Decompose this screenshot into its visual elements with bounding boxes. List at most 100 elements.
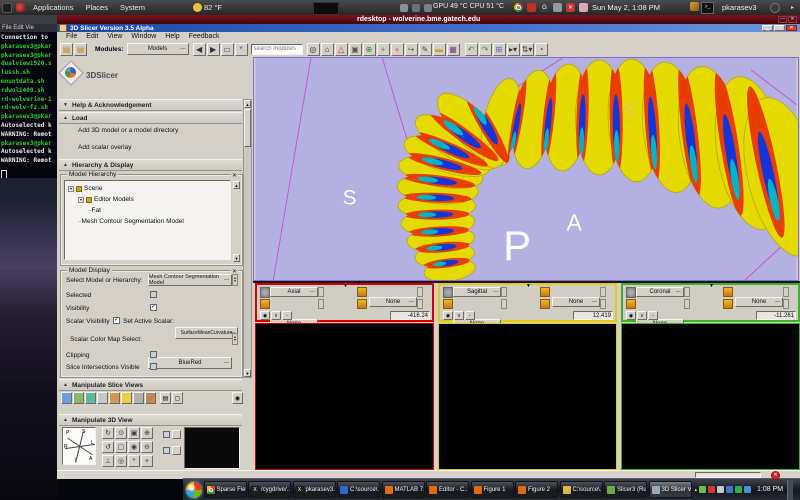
- visibility-checkbox[interactable]: ✓: [150, 304, 157, 311]
- anchor-view-icon[interactable]: ⊥: [102, 455, 114, 467]
- keyring-icon[interactable]: [690, 2, 699, 11]
- error-status-icon[interactable]: ✕: [771, 471, 780, 480]
- orientation-spinner[interactable]: [318, 287, 324, 297]
- tree-node-label[interactable]: Fat: [92, 207, 101, 214]
- tree-node-label[interactable]: Editor Models: [94, 196, 134, 203]
- rdesktop-minimize-button[interactable]: —: [778, 16, 787, 23]
- foreground-layer-icon[interactable]: [357, 287, 367, 297]
- slices-composite-icon[interactable]: [109, 392, 120, 404]
- slice-menu-icon[interactable]: v: [637, 311, 647, 320]
- terminal-menubar[interactable]: File Edit Vie: [0, 24, 57, 32]
- slices-fg-icon[interactable]: [85, 392, 96, 404]
- start-button[interactable]: [186, 482, 202, 498]
- zoom-in-icon[interactable]: ⊕: [141, 427, 153, 439]
- taskbar-item[interactable]: Figure 1: [471, 481, 514, 498]
- slices-save-view-icon[interactable]: ▤: [160, 392, 171, 404]
- section-manipulate-slice-views[interactable]: ▲Manipulate Slice Views: [59, 379, 242, 391]
- mail-icon[interactable]: [717, 486, 724, 493]
- foreground-spinner[interactable]: [783, 287, 789, 297]
- slice-menu-icon[interactable]: v: [454, 311, 464, 320]
- redo-icon[interactable]: ↷: [479, 43, 492, 56]
- slices-fit-icon[interactable]: [73, 392, 84, 404]
- slice-offset-value[interactable]: -11.261: [756, 311, 796, 320]
- taskbar-item[interactable]: 3D Slicer V...: [649, 481, 692, 498]
- section-hierarchy-display[interactable]: ▲Hierarchy & Display: [59, 159, 242, 171]
- model-hierarchy-close-icon[interactable]: ✕: [231, 172, 238, 179]
- tree-scroll-up-icon[interactable]: ▲: [233, 181, 240, 189]
- rotate-ccw-icon[interactable]: ↺: [102, 441, 114, 453]
- network-icon[interactable]: [726, 486, 733, 493]
- rdesktop-close-button[interactable]: ✕: [788, 16, 797, 23]
- taskbar-item[interactable]: Figure 2: [515, 481, 558, 498]
- background-spinner[interactable]: [684, 299, 690, 309]
- clock-applet[interactable]: Sun May 2, 1:08 PM: [592, 3, 660, 12]
- gnome-menu-system[interactable]: System: [114, 3, 151, 12]
- terminal-body[interactable]: Connection to pkarasev3@pkarpkarasev3@pk…: [0, 32, 57, 178]
- zoom-out-icon[interactable]: ⊖: [141, 441, 153, 453]
- modules-combobox[interactable]: Models: [127, 43, 189, 55]
- active-scalar-combobox[interactable]: SurfaceMeanCurvature: [175, 327, 238, 339]
- slicer-minimize-button[interactable]: ▁: [762, 25, 773, 31]
- chrome-icon[interactable]: [514, 3, 523, 12]
- orientation-combobox[interactable]: Coronal: [636, 287, 684, 297]
- scalar-visibility-checkbox[interactable]: ✓: [113, 317, 120, 324]
- roi-icon[interactable]: ▣: [349, 43, 362, 56]
- slicer-menu-file[interactable]: File: [66, 33, 77, 40]
- ruler-icon[interactable]: ▬: [433, 43, 446, 56]
- stereo-view-icon[interactable]: +: [141, 455, 153, 467]
- eye-view-icon[interactable]: ◎: [115, 455, 127, 467]
- gnome-menu-places[interactable]: Places: [79, 3, 114, 12]
- link-slices-icon[interactable]: [626, 287, 636, 298]
- tree-node-label[interactable]: Mesh Contour Segmentation Model: [82, 218, 184, 225]
- slicer-maximize-button[interactable]: ❐: [774, 25, 785, 31]
- viewport-axial[interactable]: [255, 323, 434, 470]
- box-view-icon[interactable]: ▢: [115, 441, 127, 453]
- scroll-down-icon[interactable]: ▼: [244, 369, 251, 377]
- taskbar-clock[interactable]: 1:08 PM: [757, 486, 783, 493]
- orientation-spinner[interactable]: [501, 287, 507, 297]
- section-help[interactable]: ▼Help & Acknowledgement: [59, 99, 242, 111]
- taskbar-item[interactable]: C:\source\...: [560, 481, 603, 498]
- find-module-icon[interactable]: ◎: [307, 43, 320, 56]
- slices-info-icon[interactable]: ◉: [232, 392, 243, 404]
- tree-scroll-down-icon[interactable]: ▼: [233, 254, 240, 262]
- module-refresh-icon[interactable]: *: [235, 43, 248, 56]
- fiducials-icon[interactable]: ●: [391, 43, 404, 56]
- snapshot-icon[interactable]: ▣: [128, 427, 140, 439]
- annotation-icon[interactable]: ✎: [419, 43, 432, 56]
- slicer-menu-window[interactable]: Window: [131, 33, 156, 40]
- label-layer-icon[interactable]: [357, 299, 367, 309]
- clipping-checkbox[interactable]: [150, 351, 157, 358]
- slice-offset-value[interactable]: 12.419: [573, 311, 613, 320]
- select-model-combobox[interactable]: Mesh Contour Segmentation Model: [148, 274, 232, 286]
- colormap-combobox[interactable]: BlueRed: [148, 357, 232, 369]
- transforms-icon[interactable]: ⊕: [363, 43, 376, 56]
- panel-scrollbar[interactable]: ▲ ▼: [243, 99, 252, 378]
- power-icon[interactable]: [770, 3, 780, 13]
- panel-expand-icon[interactable]: ▸: [791, 4, 794, 11]
- orientation-spinner[interactable]: [684, 287, 690, 297]
- colormap-spinner[interactable]: ▲▼: [232, 333, 238, 345]
- look-at-icon[interactable]: ◉: [128, 441, 140, 453]
- foreground-spinner[interactable]: [600, 287, 606, 297]
- tree-expander-icon[interactable]: ▾: [78, 197, 84, 203]
- colors-icon[interactable]: ▦: [447, 43, 460, 56]
- tree-node[interactable]: ▾Scene: [68, 185, 102, 192]
- orientation-combobox[interactable]: Sagittal: [453, 287, 501, 297]
- scrollbar-thumb[interactable]: [244, 109, 251, 147]
- foreground-combobox[interactable]: None: [552, 297, 600, 307]
- foreground-layer-icon[interactable]: [540, 287, 550, 297]
- slices-label-icon[interactable]: [97, 392, 108, 404]
- background-spinner[interactable]: [501, 299, 507, 309]
- slicer-menu-view[interactable]: View: [107, 33, 122, 40]
- app-red-icon[interactable]: [527, 3, 536, 12]
- slices-restore-view-icon[interactable]: ▢: [172, 392, 183, 404]
- rotate-cw-icon[interactable]: ↻: [102, 427, 114, 439]
- taskbar-item[interactable]: Editor - C...: [426, 481, 469, 498]
- foreground-layer-icon[interactable]: [723, 287, 733, 297]
- slices-grid-icon[interactable]: [133, 392, 144, 404]
- slices-crosshair-icon[interactable]: [121, 392, 132, 404]
- show-desktop-button[interactable]: [787, 480, 793, 500]
- close-box-icon[interactable]: ✕: [566, 3, 575, 12]
- background-spinner[interactable]: [318, 299, 324, 309]
